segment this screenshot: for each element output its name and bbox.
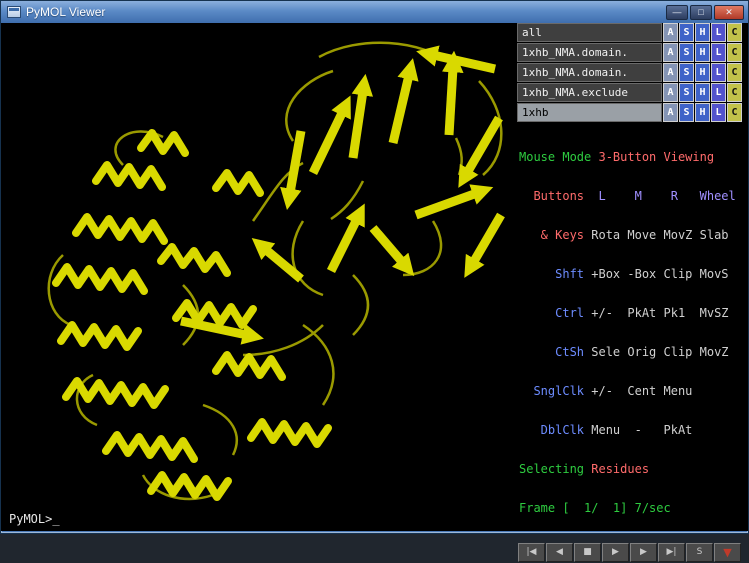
play-button[interactable]: ▶ (602, 543, 629, 562)
selecting-mode-line[interactable]: Selecting Residues (519, 463, 740, 476)
color-button[interactable]: C (727, 63, 742, 82)
label-button[interactable]: L (711, 83, 726, 102)
object-name[interactable]: 1xhb_NMA.domain. (517, 63, 662, 82)
hide-button[interactable]: H (695, 63, 710, 82)
show-button[interactable]: S (679, 43, 694, 62)
doubleclick-line: DblClk Menu - PkAt (519, 424, 740, 437)
object-row-1xhb-nma-domain-2: 1xhb_NMA.domain. A S H L C (517, 63, 742, 82)
color-button[interactable]: C (727, 83, 742, 102)
step-back-button[interactable]: ◀ (546, 543, 573, 562)
shift-line: Shft +Box -Box Clip MovS (519, 268, 740, 281)
label-button[interactable]: L (711, 23, 726, 42)
protein-structure (1, 23, 517, 531)
protein-beta-strands (181, 55, 501, 335)
forward-end-button[interactable]: ▶| (658, 543, 685, 562)
object-row-all: all A S H L C (517, 23, 742, 42)
color-button[interactable]: C (727, 103, 742, 122)
object-row-1xhb-nma-exclude: 1xhb_NMA.exclude A S H L C (517, 83, 742, 102)
window-controls: — □ ✕ (666, 5, 744, 20)
hide-button[interactable]: H (695, 83, 710, 102)
pymol-window: PyMOL Viewer — □ ✕ (0, 0, 749, 534)
step-forward-button[interactable]: ▶ (630, 543, 657, 562)
playback-bar: |◀ ◀ ■ ▶ ▶ ▶| S ▼ (517, 542, 742, 563)
hide-button[interactable]: H (695, 43, 710, 62)
fullscreen-toggle-button[interactable]: ▼ (714, 543, 741, 562)
object-row-1xhb-nma-domain-1: 1xhb_NMA.domain. A S H L C (517, 43, 742, 62)
color-button[interactable]: C (727, 43, 742, 62)
show-button[interactable]: S (679, 23, 694, 42)
window-title: PyMOL Viewer (26, 5, 105, 19)
action-button[interactable]: A (663, 103, 678, 122)
action-button[interactable]: A (663, 83, 678, 102)
object-row-1xhb: 1xhb A S H L C (517, 103, 742, 122)
app-icon[interactable] (7, 6, 21, 18)
window-content: PyMOL>_ all A S H L C 1xhb_NMA.domain. A… (1, 23, 748, 531)
viewport-3d[interactable]: PyMOL>_ (1, 23, 517, 531)
stop-button[interactable]: ■ (574, 543, 601, 562)
show-button[interactable]: S (679, 83, 694, 102)
singleclick-line: SnglClk +/- Cent Menu (519, 385, 740, 398)
hide-button[interactable]: H (695, 103, 710, 122)
show-button[interactable]: S (679, 63, 694, 82)
mouse-panel: Mouse Mode 3-Button Viewing Buttons L M … (517, 123, 742, 542)
action-button[interactable]: A (663, 63, 678, 82)
object-name[interactable]: 1xhb (517, 103, 662, 122)
scene-button[interactable]: S (686, 543, 713, 562)
hide-button[interactable]: H (695, 23, 710, 42)
action-button[interactable]: A (663, 43, 678, 62)
label-button[interactable]: L (711, 103, 726, 122)
close-button[interactable]: ✕ (714, 5, 744, 20)
keys-line: & Keys Rota Move MovZ Slab (519, 229, 740, 242)
ctrl-line: Ctrl +/- PkAt Pk1 MvSZ (519, 307, 740, 320)
label-button[interactable]: L (711, 43, 726, 62)
command-prompt[interactable]: PyMOL>_ (9, 512, 60, 526)
rewind-start-button[interactable]: |◀ (518, 543, 545, 562)
color-button[interactable]: C (727, 23, 742, 42)
object-name[interactable]: 1xhb_NMA.domain. (517, 43, 662, 62)
ctsh-line: CtSh Sele Orig Clip MovZ (519, 346, 740, 359)
action-button[interactable]: A (663, 23, 678, 42)
buttons-header-line: Buttons L M R Wheel (519, 190, 740, 203)
show-button[interactable]: S (679, 103, 694, 122)
frame-counter-line: Frame [ 1/ 1] 7/sec (519, 502, 740, 515)
object-name[interactable]: 1xhb_NMA.exclude (517, 83, 662, 102)
minimize-button[interactable]: — (666, 5, 688, 20)
side-panel: all A S H L C 1xhb_NMA.domain. A S H L C… (517, 23, 742, 531)
titlebar[interactable]: PyMOL Viewer — □ ✕ (1, 1, 748, 23)
mouse-mode-line[interactable]: Mouse Mode 3-Button Viewing (519, 151, 740, 164)
object-name[interactable]: all (517, 23, 662, 42)
maximize-button[interactable]: □ (690, 5, 712, 20)
label-button[interactable]: L (711, 63, 726, 82)
